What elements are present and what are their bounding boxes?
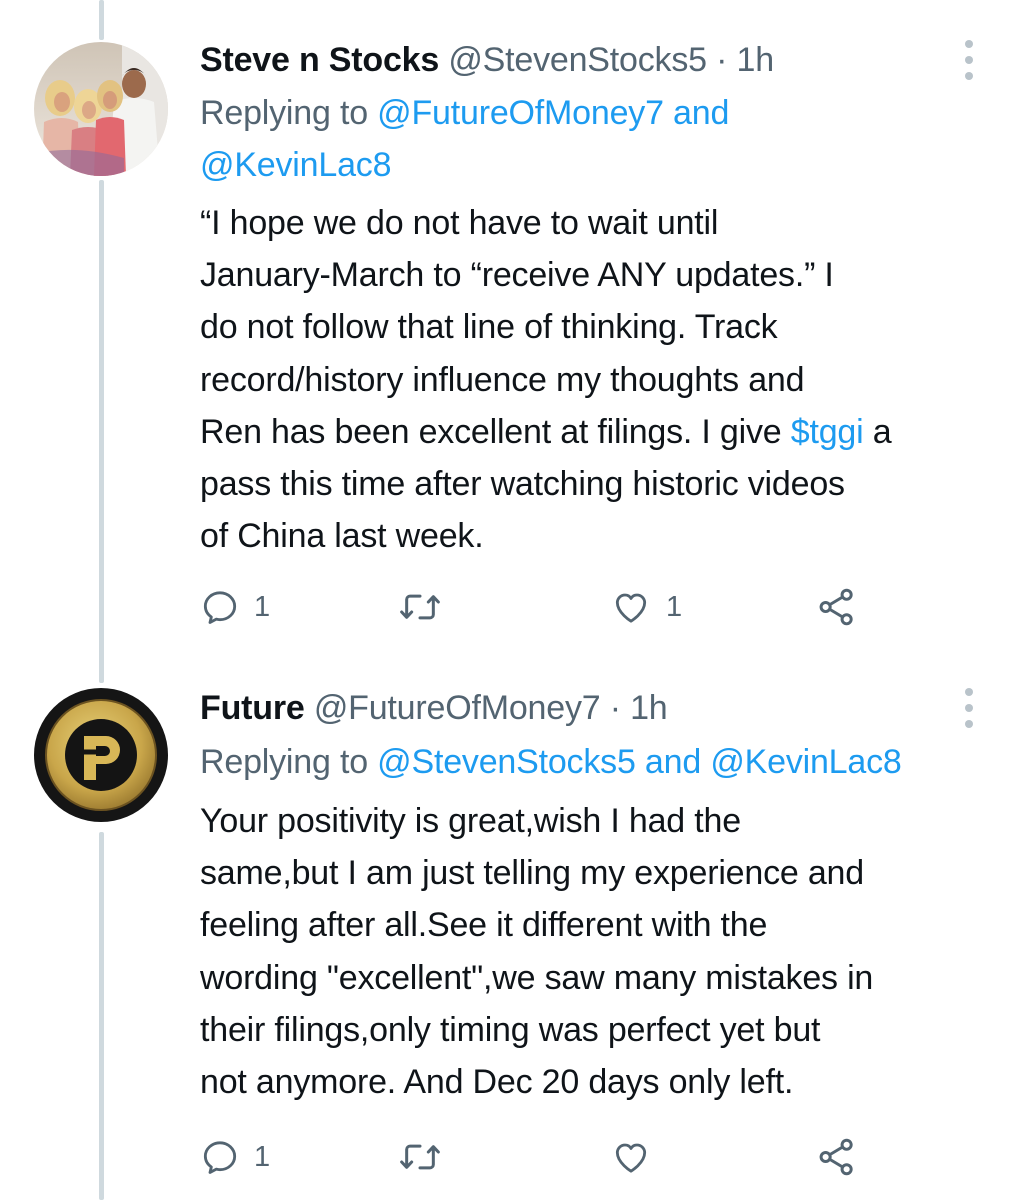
mention-link[interactable]: @KevinLac8 [200, 146, 391, 184]
reply-count: 1 [254, 1140, 271, 1173]
reply-count: 1 [254, 590, 271, 623]
text-line: January-March to “receive ANY updates.” … [200, 256, 834, 295]
author-name[interactable]: Steve n Stocks [200, 41, 439, 79]
share-button[interactable] [816, 1132, 858, 1182]
mention-link[interactable]: @StevenStocks5 [377, 743, 636, 781]
avatar-logo [34, 688, 168, 822]
text-line: not anymore. And Dec 20 days only left. [200, 1063, 794, 1102]
like-count: 1 [666, 590, 683, 623]
avatar-future[interactable] [34, 688, 168, 822]
retweet-icon [400, 1144, 440, 1170]
tweet-header: Future @FutureOfMoney7 · 1h [200, 686, 668, 730]
cashtag-link[interactable]: $tggi [791, 413, 864, 451]
like-button[interactable]: 1 [610, 582, 682, 632]
mention-link[interactable]: @FutureOfMoney7 [377, 94, 664, 132]
reply-button[interactable]: 1 [200, 582, 270, 632]
tweet-text: Your positivity is great,wish I had the … [200, 795, 1000, 1108]
timestamp[interactable]: 1h [630, 689, 668, 727]
replying-and[interactable]: and [645, 743, 701, 781]
author-handle[interactable]: @StevenStocks5 [448, 41, 707, 79]
tweet-actions: 1 1 [200, 582, 920, 632]
text-line: their filings,only timing was perfect ye… [200, 1010, 821, 1049]
text-line: same,but I am just telling my experience… [200, 854, 864, 893]
share-icon [819, 588, 853, 626]
text-line: Ren has been excellent at filings. I giv… [200, 412, 791, 451]
tweet[interactable]: Future @FutureOfMoney7 · 1h Replying to … [0, 660, 1018, 1200]
retweet-icon [400, 594, 440, 620]
replying-label: Replying to [200, 743, 368, 781]
replying-and[interactable]: and [673, 94, 729, 132]
text-line: of China last week. [200, 517, 484, 556]
reply-button[interactable]: 1 [200, 1132, 270, 1182]
mention-link[interactable]: @KevinLac8 [710, 743, 901, 781]
replying-label: Replying to [200, 94, 368, 132]
replying-to: Replying to @StevenStocks5 and @KevinLac… [200, 736, 902, 788]
share-button[interactable] [816, 582, 858, 632]
separator-dot: · [609, 689, 621, 727]
text-line: pass this time after watching historic v… [200, 465, 845, 504]
timestamp[interactable]: 1h [736, 41, 774, 79]
text-line-with-cashtag: Ren has been excellent at filings. I giv… [200, 406, 1000, 458]
retweet-button[interactable] [398, 582, 456, 632]
avatar-photo [34, 42, 168, 176]
replying-to: Replying to @FutureOfMoney7 and @KevinLa… [200, 87, 729, 191]
like-icon [615, 1143, 647, 1173]
share-icon [819, 1138, 853, 1176]
tweet[interactable]: Steve n Stocks @StevenStocks5 · 1h Reply… [0, 0, 1018, 660]
reply-icon [203, 1141, 237, 1174]
text-line: “I hope we do not have to wait until [200, 204, 719, 242]
avatar-steve[interactable] [34, 42, 168, 176]
tweet-text: “I hope we do not have to wait until Jan… [200, 197, 1000, 562]
text-line: wording "excellent",we saw many mistakes… [200, 958, 874, 997]
separator-dot: · [716, 41, 728, 79]
author-handle[interactable]: @FutureOfMoney7 [314, 689, 601, 727]
tweet-header: Steve n Stocks @StevenStocks5 · 1h [200, 38, 774, 82]
text-line: do not follow that line of thinking. Tra… [200, 308, 778, 347]
text-line: Your positivity is great,wish I had the [200, 802, 741, 840]
author-name[interactable]: Future [200, 689, 305, 727]
text-line: feeling after all.See it different with … [200, 906, 768, 945]
text-after-cashtag: a [863, 412, 892, 451]
like-icon [615, 593, 647, 623]
reply-icon [203, 591, 237, 624]
tweet-actions: 1 [200, 1132, 920, 1182]
like-button[interactable] [610, 1132, 666, 1182]
retweet-button[interactable] [398, 1132, 456, 1182]
more-icon[interactable] [962, 40, 976, 80]
text-line: record/history influence my thoughts and [200, 360, 805, 399]
more-icon[interactable] [962, 688, 976, 728]
